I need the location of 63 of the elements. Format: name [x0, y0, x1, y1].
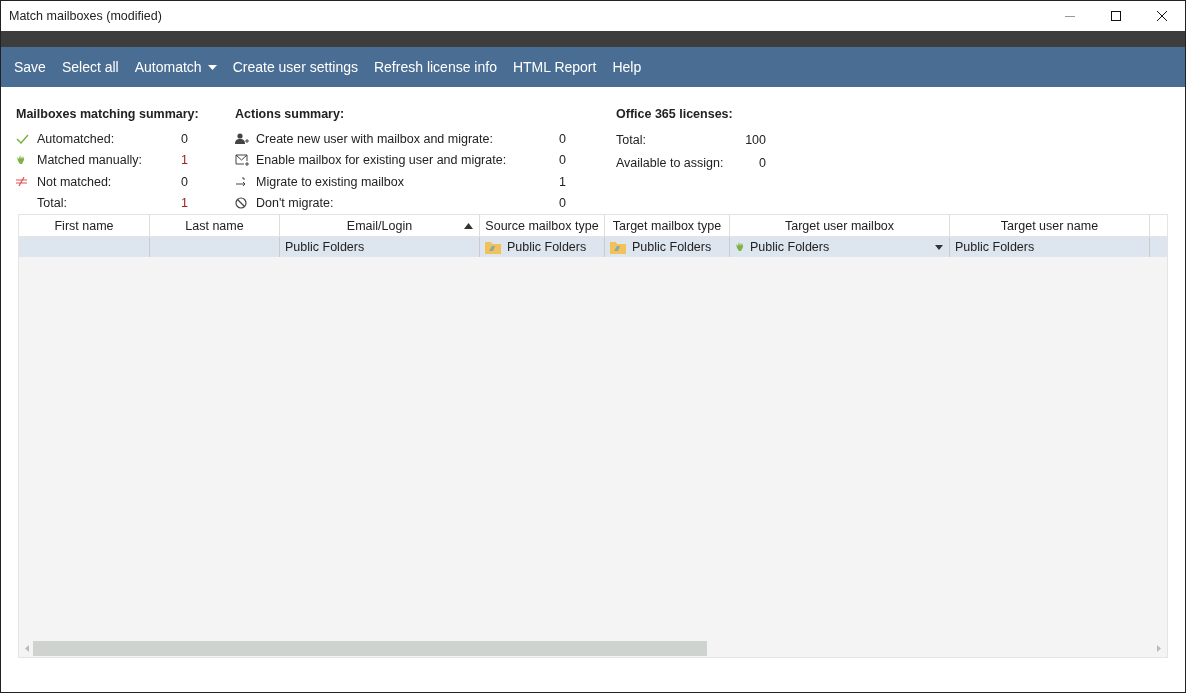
table-cell: Public Folders: [507, 240, 587, 254]
summary-value: 0: [559, 131, 566, 146]
summary-value: 0: [559, 196, 566, 211]
toolbar-button[interactable]: Create user settings: [224, 51, 366, 83]
table-cell: Public Folders: [750, 240, 830, 254]
summary-label: Total:: [616, 132, 646, 147]
column-header[interactable]: Target user mailbox: [730, 215, 950, 236]
column-header[interactable]: First name: [19, 215, 150, 236]
summary-value: 100: [745, 132, 766, 147]
toolbar-button[interactable]: Help: [604, 51, 650, 83]
dropdown-caret-icon[interactable]: [935, 244, 943, 250]
maximize-icon: [1111, 11, 1121, 21]
folder-icon: [610, 240, 626, 254]
window-title: Match mailboxes (modified): [9, 9, 163, 23]
minimize-icon: [1065, 15, 1075, 17]
summary-label: Matched manually:: [37, 153, 142, 168]
column-header[interactable]: Target mailbox type: [605, 215, 730, 236]
summary-label: Migrate to existing mailbox: [256, 174, 404, 189]
not-equal-icon: [16, 177, 27, 187]
column-header[interactable]: Target user name: [950, 215, 1150, 236]
table-cell: Public Folders: [632, 240, 712, 254]
arrow-icon: [235, 176, 247, 187]
caret-icon: [207, 64, 217, 70]
column-header[interactable]: Last name: [150, 215, 280, 236]
table-row[interactable]: Public Folders Public Folders Public Folders Public Folders Public Folders: [19, 237, 1167, 257]
toolbar-button[interactable]: Select all: [53, 51, 127, 83]
summary-label: Total:: [37, 196, 67, 211]
toolbar-button[interactable]: HTML Report: [504, 51, 605, 83]
folder-icon: [485, 240, 501, 254]
summary-label: Create new user with mailbox and migrate:: [256, 131, 493, 146]
toolbar-button[interactable]: Automatch: [126, 51, 225, 83]
section-title: Office 365 licenses:: [616, 107, 733, 122]
section-title: Mailboxes matching summary:: [16, 107, 199, 122]
column-header[interactable]: Source mailbox type: [480, 215, 605, 236]
summary-label: Not matched:: [37, 174, 112, 189]
check-icon: [16, 133, 29, 144]
summary-label: Available to assign:: [616, 155, 724, 170]
section-title: Actions summary:: [235, 107, 345, 122]
user-plus-icon: [235, 133, 250, 145]
summary-value: 1: [559, 174, 566, 189]
hand-icon: [735, 242, 744, 252]
hand-icon: [16, 155, 25, 166]
summary-label: Automatched:: [37, 131, 115, 146]
summary-label: Enable mailbox for existing user and migrate:: [256, 153, 507, 168]
close-icon: [1157, 11, 1167, 21]
summary-value: 0: [759, 155, 766, 170]
table-cell: Public Folders: [955, 240, 1035, 254]
column-header[interactable]: Email/Login: [280, 215, 480, 236]
toolbar-button[interactable]: Save: [6, 51, 54, 83]
summary-value: 0: [181, 174, 188, 189]
forbidden-icon: [235, 197, 247, 210]
summary-value: 1: [181, 153, 188, 168]
table-cell: Public Folders: [285, 240, 365, 254]
scrollbar-thumb[interactable]: [33, 641, 707, 656]
envelope-plus-icon: [235, 154, 250, 167]
summary-label: Don't migrate:: [256, 196, 334, 211]
scroll-right-icon[interactable]: [1157, 645, 1161, 652]
summary-value: 0: [181, 131, 188, 146]
toolbar-button[interactable]: Refresh license info: [365, 51, 505, 83]
summary-value: 1: [181, 196, 188, 211]
scroll-left-icon[interactable]: [25, 645, 29, 652]
sort-ascending-icon: [464, 222, 473, 229]
summary-value: 0: [559, 153, 566, 168]
